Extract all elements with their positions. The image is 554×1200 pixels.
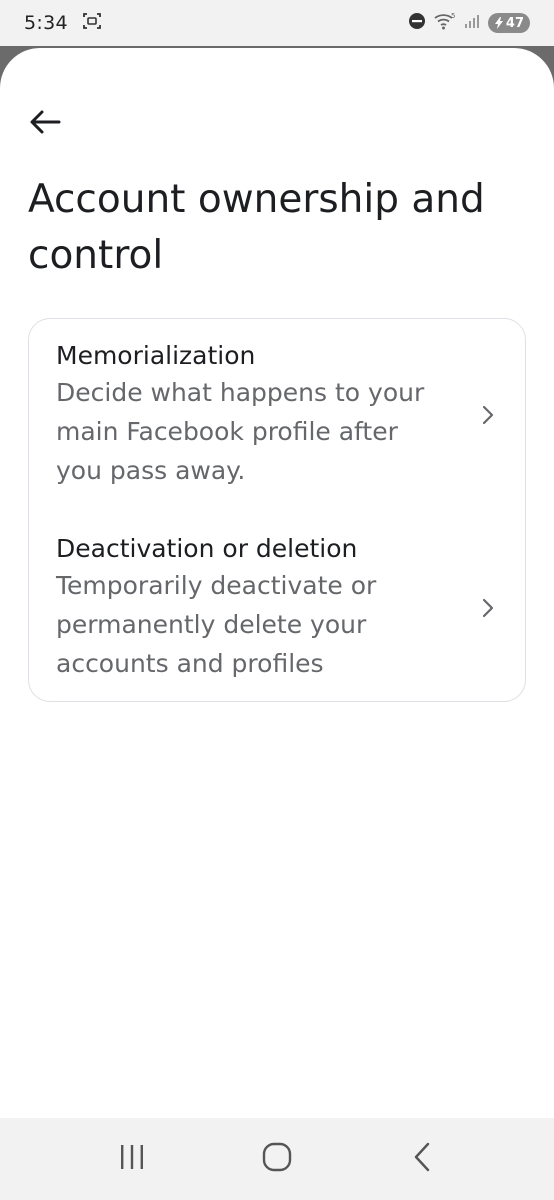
options-card: Memorialization Decide what happens to y…	[28, 318, 526, 702]
do-not-disturb-icon	[408, 12, 426, 35]
back-icon	[412, 1141, 432, 1178]
back-button[interactable]	[22, 104, 68, 144]
signal-icon	[464, 13, 480, 34]
status-time: 5:34	[24, 12, 68, 34]
back-nav-button[interactable]	[392, 1129, 452, 1189]
wifi-icon: 5	[434, 12, 456, 35]
page-title: Account ownership and control	[28, 177, 485, 278]
option-deactivation-deletion[interactable]: Deactivation or deletion Temporarily dea…	[29, 532, 525, 683]
option-memorialization[interactable]: Memorialization Decide what happens to y…	[29, 339, 525, 490]
option-description: Decide what happens to your main Faceboo…	[56, 378, 425, 485]
system-nav-bar	[0, 1118, 554, 1200]
battery-level: 47	[505, 15, 524, 31]
status-right: 5 47	[408, 12, 530, 35]
option-description: Temporarily deactivate or permanently de…	[56, 571, 377, 678]
chevron-right-icon	[481, 597, 495, 619]
arrow-left-icon	[29, 109, 61, 140]
status-bar: 5:34 5 47	[0, 0, 554, 46]
option-text: Memorialization Decide what happens to y…	[29, 339, 439, 490]
battery-icon: 47	[487, 13, 530, 33]
option-title: Deactivation or deletion	[56, 534, 358, 563]
option-title: Memorialization	[56, 341, 256, 370]
status-left: 5:34	[24, 11, 102, 36]
screenshot-icon	[82, 11, 102, 36]
home-icon	[261, 1141, 293, 1178]
main-sheet: Account ownership and control Memorializ…	[0, 48, 554, 1118]
recent-apps-icon	[117, 1143, 147, 1176]
home-button[interactable]	[247, 1129, 307, 1189]
svg-text:5: 5	[451, 12, 455, 20]
recent-apps-button[interactable]	[102, 1129, 162, 1189]
chevron-right-icon	[481, 404, 495, 426]
option-text: Deactivation or deletion Temporarily dea…	[29, 532, 439, 683]
